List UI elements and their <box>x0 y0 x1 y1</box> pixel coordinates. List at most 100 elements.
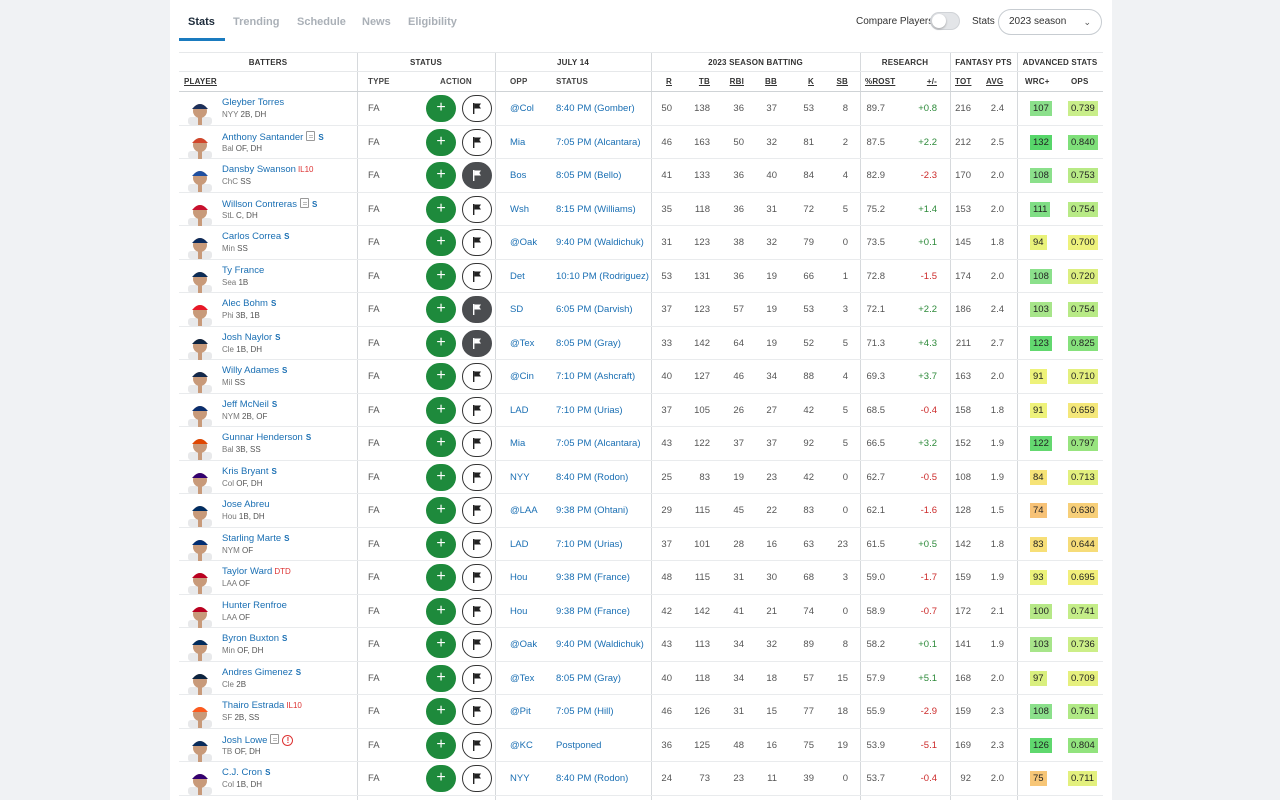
player-name-link[interactable]: Ty France <box>222 265 264 276</box>
tab-trending[interactable]: Trending <box>233 16 279 28</box>
add-player-button[interactable]: + <box>426 262 456 290</box>
opponent-link[interactable]: NYY <box>510 461 530 494</box>
player-name-link[interactable]: C.J. Cron <box>222 767 262 778</box>
watch-flag-button[interactable] <box>462 698 492 725</box>
player-name-link[interactable]: Hunter Renfroe <box>222 600 287 611</box>
game-status-link[interactable]: 9:38 PM (France) <box>556 561 630 594</box>
add-player-button[interactable]: + <box>426 296 456 323</box>
player-name-link[interactable]: Josh Lowe <box>222 735 267 746</box>
add-player-button[interactable]: + <box>426 497 456 524</box>
watch-flag-button[interactable] <box>462 95 492 122</box>
player-name-link[interactable]: Willy Adames <box>222 365 279 376</box>
col-change[interactable]: +/- <box>917 72 937 91</box>
opponent-link[interactable]: LAD <box>510 528 528 561</box>
opponent-link[interactable]: LAD <box>510 394 528 427</box>
col-player[interactable]: PLAYER <box>184 72 217 91</box>
add-player-button[interactable]: + <box>426 463 456 491</box>
add-player-button[interactable]: + <box>426 229 456 256</box>
add-player-button[interactable]: + <box>426 396 456 424</box>
game-status-link[interactable]: 10:10 PM (Rodriguez) <box>556 260 649 293</box>
watch-flag-button[interactable] <box>462 128 492 156</box>
opponent-link[interactable]: SD <box>510 293 523 326</box>
tab-stats[interactable]: Stats <box>188 16 215 28</box>
player-name-link[interactable]: Jose Abreu <box>222 499 270 510</box>
game-status-link[interactable]: 9:38 PM (France) <box>556 595 630 628</box>
opponent-link[interactable]: Wsh <box>510 193 529 226</box>
add-player-button[interactable]: + <box>426 430 456 457</box>
note-icon[interactable] <box>270 733 280 744</box>
game-status-link[interactable]: 7:10 PM (Urias) <box>556 394 623 427</box>
watch-flag-button[interactable] <box>462 296 492 323</box>
col-rbi[interactable]: RBI <box>722 72 744 91</box>
add-player-button[interactable]: + <box>426 530 456 558</box>
game-status-link[interactable]: 9:40 PM (Waldichuk) <box>556 628 644 661</box>
watch-flag-button[interactable] <box>462 631 492 658</box>
col-avg[interactable]: AVG <box>986 72 1003 91</box>
game-status-link[interactable]: 7:10 PM (Ashcraft) <box>556 360 635 393</box>
opponent-link[interactable]: @LAA <box>510 494 538 527</box>
opponent-link[interactable]: Mia <box>510 427 525 460</box>
add-player-button[interactable]: + <box>426 195 456 223</box>
player-name-link[interactable]: Dansby Swanson <box>222 164 296 175</box>
tab-eligibility[interactable]: Eligibility <box>408 16 457 28</box>
player-name-link[interactable]: Willson Contreras <box>222 199 297 210</box>
game-status-link[interactable]: 8:15 PM (Williams) <box>556 193 636 226</box>
game-status-link[interactable]: 7:05 PM (Alcantara) <box>556 427 640 460</box>
opponent-link[interactable]: Mia <box>510 126 525 159</box>
player-name-link[interactable]: Anthony Santander <box>222 132 303 143</box>
watch-flag-button[interactable] <box>462 765 492 792</box>
game-status-link[interactable]: 7:05 PM (Hill) <box>556 695 614 728</box>
add-player-button[interactable]: + <box>426 95 456 122</box>
player-name-link[interactable]: Gleyber Torres <box>222 97 284 108</box>
col-tb[interactable]: TB <box>684 72 710 91</box>
watch-flag-button[interactable] <box>462 162 492 189</box>
player-name-link[interactable]: Josh Naylor <box>222 332 272 343</box>
watch-flag-button[interactable] <box>462 329 492 357</box>
opponent-link[interactable]: @Tex <box>510 327 534 360</box>
add-player-button[interactable]: + <box>426 128 456 156</box>
game-status-link[interactable]: 8:05 PM (Gray) <box>556 662 621 695</box>
add-player-button[interactable]: + <box>426 698 456 725</box>
opponent-link[interactable]: @Tex <box>510 662 534 695</box>
watch-flag-button[interactable] <box>462 363 492 390</box>
watch-flag-button[interactable] <box>462 597 492 625</box>
game-status-link[interactable]: 9:40 PM (Waldichuk) <box>556 226 644 259</box>
watch-flag-button[interactable] <box>462 229 492 256</box>
watch-flag-button[interactable] <box>462 430 492 457</box>
opponent-link[interactable]: Hou <box>510 561 527 594</box>
watch-flag-button[interactable] <box>462 664 492 692</box>
player-name-link[interactable]: Gunnar Henderson <box>222 432 303 443</box>
add-player-button[interactable]: + <box>426 597 456 625</box>
opponent-link[interactable]: @Oak <box>510 628 537 661</box>
game-status-link[interactable]: 8:05 PM (Bello) <box>556 159 621 192</box>
add-player-button[interactable]: + <box>426 631 456 658</box>
opponent-link[interactable]: @Oak <box>510 226 537 259</box>
player-name-link[interactable]: Andres Gimenez <box>222 667 293 678</box>
game-status-link[interactable]: Postponed <box>556 729 601 762</box>
col-tot[interactable]: TOT <box>955 72 971 91</box>
player-name-link[interactable]: Carlos Correa <box>222 231 281 242</box>
player-name-link[interactable]: Jeff McNeil <box>222 399 269 410</box>
game-status-link[interactable]: 8:05 PM (Gray) <box>556 327 621 360</box>
add-player-button[interactable]: + <box>426 363 456 390</box>
note-icon[interactable] <box>306 130 316 141</box>
watch-flag-button[interactable] <box>462 463 492 491</box>
alert-icon[interactable]: ! <box>282 734 294 746</box>
game-status-link[interactable]: 6:05 PM (Darvish) <box>556 293 633 326</box>
player-name-link[interactable]: Alec Bohm <box>222 298 268 309</box>
opponent-link[interactable]: Det <box>510 260 525 293</box>
watch-flag-button[interactable] <box>462 195 492 223</box>
game-status-link[interactable]: 8:40 PM (Rodon) <box>556 762 628 795</box>
game-status-link[interactable]: 7:05 PM (Alcantara) <box>556 126 640 159</box>
add-player-button[interactable]: + <box>426 329 456 357</box>
player-name-link[interactable]: Starling Marte <box>222 533 281 544</box>
compare-players-toggle[interactable] <box>930 12 960 30</box>
add-player-button[interactable]: + <box>426 731 456 759</box>
col-bb[interactable]: BB <box>757 72 777 91</box>
opponent-link[interactable]: @Cin <box>510 360 534 393</box>
col-sb[interactable]: SB <box>830 72 848 91</box>
watch-flag-button[interactable] <box>462 564 492 591</box>
player-name-link[interactable]: Thairo Estrada <box>222 700 284 711</box>
player-name-link[interactable]: Kris Bryant <box>222 466 268 477</box>
watch-flag-button[interactable] <box>462 731 492 759</box>
